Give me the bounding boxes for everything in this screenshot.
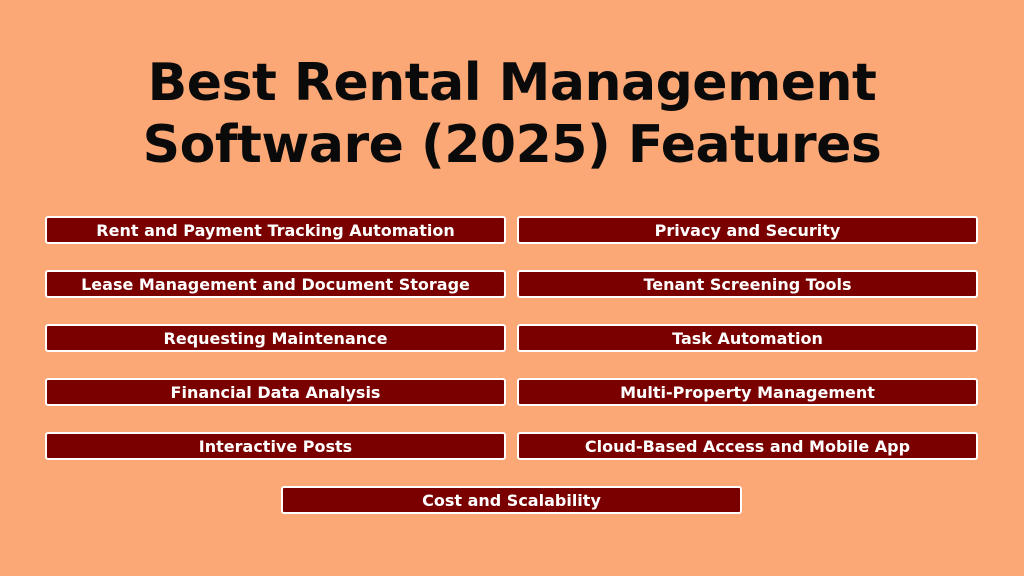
feature-box: Cloud-Based Access and Mobile App [517, 432, 978, 460]
feature-box: Multi-Property Management [517, 378, 978, 406]
feature-box: Financial Data Analysis [45, 378, 506, 406]
feature-box: Requesting Maintenance [45, 324, 506, 352]
feature-box: Privacy and Security [517, 216, 978, 244]
feature-box: Tenant Screening Tools [517, 270, 978, 298]
feature-box-bottom: Cost and Scalability [281, 486, 742, 514]
feature-box: Interactive Posts [45, 432, 506, 460]
title-line-2: Software (2025) Features [142, 115, 882, 175]
page-title: Best Rental Management Software (2025) F… [0, 52, 1024, 176]
feature-box: Rent and Payment Tracking Automation [45, 216, 506, 244]
feature-box: Lease Management and Document Storage [45, 270, 506, 298]
title-line-1: Best Rental Management [147, 53, 877, 113]
feature-box: Task Automation [517, 324, 978, 352]
